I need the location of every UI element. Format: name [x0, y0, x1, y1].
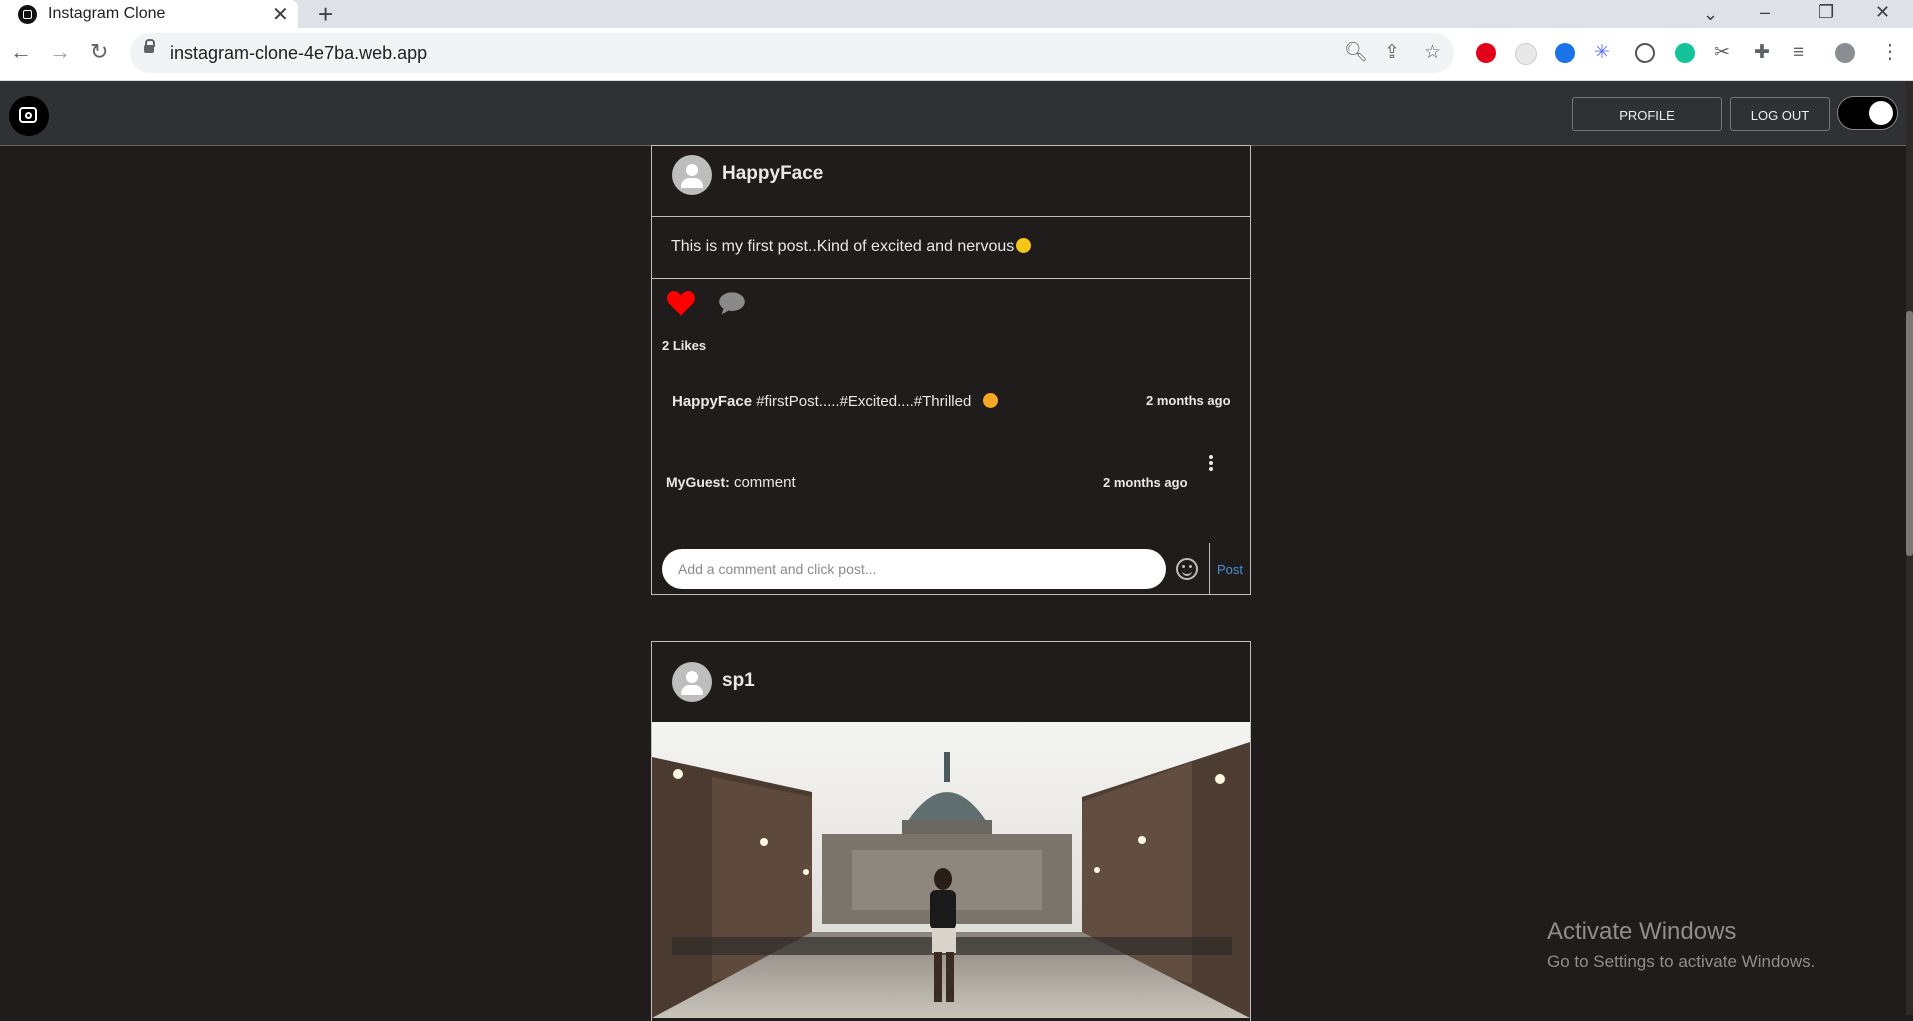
- comment-input[interactable]: [662, 549, 1166, 589]
- back-icon[interactable]: ←: [10, 40, 32, 64]
- comment-item: MyGuest: comment: [666, 474, 796, 491]
- divider: [652, 278, 1250, 279]
- logout-button[interactable]: LOG OUT: [1730, 97, 1830, 131]
- comment-timestamp: 2 months ago: [1103, 475, 1188, 490]
- windows-activation-subtitle: Go to Settings to activate Windows.: [1547, 952, 1816, 971]
- star-eyes-emoji-icon: [983, 393, 999, 408]
- window-close-icon[interactable]: ✕: [1875, 0, 1890, 24]
- basilica-photo: [652, 722, 1250, 1018]
- dark-mode-toggle[interactable]: [1837, 96, 1898, 130]
- new-tab-icon[interactable]: +: [318, 0, 333, 28]
- extensions-puzzle-icon[interactable]: ✚: [1754, 41, 1770, 65]
- caption-timestamp: 2 months ago: [1146, 393, 1231, 408]
- windows-activation-title: Activate Windows: [1547, 918, 1737, 945]
- post-image[interactable]: [652, 722, 1250, 1018]
- grammarly-icon[interactable]: [1675, 43, 1695, 63]
- tab-title: Instagram Clone: [48, 5, 166, 22]
- extension-blue-icon[interactable]: [1555, 43, 1575, 63]
- bookmark-star-icon[interactable]: ☆: [1424, 41, 1441, 65]
- instagram-favicon-icon: [18, 5, 37, 24]
- post-username[interactable]: sp1: [722, 670, 755, 692]
- extension-icon[interactable]: [1515, 43, 1537, 65]
- url-text[interactable]: instagram-clone-4e7ba.web.app: [170, 43, 427, 64]
- comment-text: comment: [733, 474, 796, 491]
- share-icon[interactable]: ⇪: [1384, 41, 1400, 65]
- like-heart-icon[interactable]: [666, 289, 696, 317]
- post-text: This is my first post..Kind of excited a…: [671, 238, 1032, 256]
- extension-star-icon[interactable]: ✳: [1594, 41, 1610, 65]
- profile-button[interactable]: PROFILE: [1572, 97, 1722, 131]
- post-card: HappyFace This is my first post..Kind of…: [651, 145, 1251, 595]
- minimize-icon[interactable]: –: [1760, 0, 1770, 24]
- caption-text: #firstPost.....#Excited....#Thrilled: [756, 393, 972, 410]
- emoji-picker-icon[interactable]: [1176, 558, 1198, 580]
- address-bar[interactable]: instagram-clone-4e7ba.web.app 🔍︎ ⇪ ☆: [130, 33, 1454, 73]
- adblock-extension-icon[interactable]: [1476, 43, 1496, 63]
- forward-icon[interactable]: →: [49, 40, 71, 64]
- toggle-knob: [1869, 101, 1893, 125]
- tab-search-icon[interactable]: ⌄: [1703, 2, 1718, 26]
- extension-tools-icon[interactable]: ✂: [1714, 41, 1730, 65]
- avatar[interactable]: [672, 155, 712, 195]
- instagram-logo-icon[interactable]: [9, 96, 49, 136]
- media-controls-icon[interactable]: ≡: [1793, 41, 1804, 65]
- lock-icon[interactable]: [144, 39, 155, 53]
- reload-icon[interactable]: ↻: [90, 40, 108, 64]
- browser-menu-icon[interactable]: ⋮: [1880, 40, 1900, 64]
- zoom-icon[interactable]: 🔍︎: [1344, 41, 1368, 65]
- close-tab-icon[interactable]: ✕: [272, 2, 289, 27]
- browser-tab[interactable]: Instagram Clone ✕: [0, 0, 298, 28]
- app-header: PROFILE LOG OUT: [0, 81, 1906, 146]
- caption-line: HappyFace #firstPost.....#Excited....#Th…: [672, 393, 999, 410]
- like-count: 2 Likes: [662, 338, 707, 353]
- restore-icon[interactable]: ❐: [1818, 0, 1834, 24]
- avatar[interactable]: [672, 662, 712, 702]
- extension-code-icon[interactable]: [1635, 43, 1655, 63]
- post-comment-button[interactable]: Post: [1209, 543, 1250, 595]
- browser-tabstrip: Instagram Clone ✕ + ⌄ – ❐ ✕: [0, 0, 1913, 28]
- browser-toolbar: ← → ↻ instagram-clone-4e7ba.web.app 🔍︎ ⇪…: [0, 28, 1913, 81]
- comment-options-icon[interactable]: [1209, 455, 1213, 473]
- post-text-content: This is my first post..Kind of excited a…: [671, 238, 1015, 255]
- profile-avatar-icon[interactable]: [1835, 43, 1855, 63]
- caption-username[interactable]: HappyFace: [672, 393, 752, 410]
- page-scrollbar[interactable]: [1906, 81, 1913, 1015]
- post-username[interactable]: HappyFace: [722, 163, 823, 185]
- grinning-emoji-icon: [1016, 238, 1032, 253]
- divider: [652, 216, 1250, 217]
- post-card: sp1: [651, 641, 1251, 1021]
- comment-bubble-icon[interactable]: [718, 291, 746, 317]
- comment-username[interactable]: MyGuest:: [666, 474, 730, 490]
- scrollbar-thumb[interactable]: [1906, 311, 1913, 556]
